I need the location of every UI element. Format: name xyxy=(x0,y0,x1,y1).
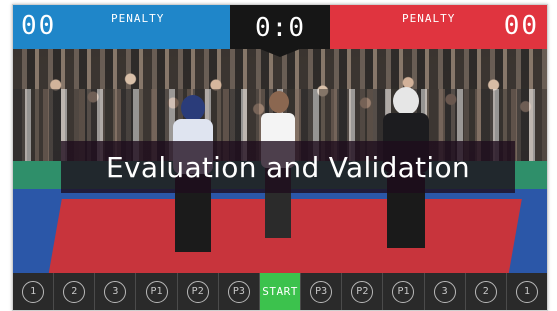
referee-head xyxy=(269,91,289,113)
control-cell: 3 xyxy=(425,273,466,310)
start-label: START xyxy=(262,285,298,298)
blue-point-3-button[interactable]: 3 xyxy=(104,280,127,303)
red-penalty-2-button[interactable]: P2 xyxy=(351,280,374,303)
control-cell: P2 xyxy=(178,273,219,310)
control-cell: 2 xyxy=(466,273,507,310)
blue-penalty-3-button[interactable]: P3 xyxy=(227,280,250,303)
control-cell: 2 xyxy=(54,273,96,310)
red-point-3-button[interactable]: 3 xyxy=(433,280,456,303)
start-button[interactable]: START xyxy=(259,273,302,310)
blue-point-2-button[interactable]: 2 xyxy=(63,280,86,303)
app-frame: 00 PENALTY 0:0 PENALTY 00 Evaluation and… xyxy=(12,4,548,311)
blue-penalty-2-button[interactable]: P2 xyxy=(186,280,209,303)
control-cell: 3 xyxy=(95,273,137,310)
red-penalty-3-button[interactable]: P3 xyxy=(310,280,333,303)
match-score: 0:0 xyxy=(255,13,305,43)
red-fighter-head xyxy=(393,87,419,115)
center-score-panel: 0:0 xyxy=(230,5,330,49)
control-cell: P1 xyxy=(383,273,425,310)
red-penalty-label[interactable]: PENALTY xyxy=(402,12,455,25)
red-point-2-button[interactable]: 2 xyxy=(474,280,497,303)
overlay-title: Evaluation and Validation xyxy=(106,150,470,184)
blue-penalty-1-button[interactable]: P1 xyxy=(145,280,168,303)
control-cell: P3 xyxy=(301,273,343,310)
title-overlay: Evaluation and Validation xyxy=(61,141,515,193)
blue-point-1-button[interactable]: 1 xyxy=(22,280,45,303)
blue-fighter-head xyxy=(181,95,205,121)
red-point-1-button[interactable]: 1 xyxy=(515,280,538,303)
control-cell: P1 xyxy=(136,273,178,310)
blue-score: 00 xyxy=(21,11,57,41)
control-cell: P2 xyxy=(342,273,384,310)
red-score: 00 xyxy=(503,11,539,41)
red-side-panel: PENALTY 00 xyxy=(330,5,547,49)
red-penalty-1-button[interactable]: P1 xyxy=(392,280,415,303)
control-cell: P3 xyxy=(219,273,260,310)
blue-side-panel: 00 PENALTY xyxy=(13,5,230,49)
control-cell: 1 xyxy=(13,273,55,310)
control-bar: 1 2 3 P1 P2 P3 START P3 P2 P1 3 2 1 xyxy=(13,273,547,310)
blue-penalty-label[interactable]: PENALTY xyxy=(111,12,164,25)
scoreboard-bar: 00 PENALTY 0:0 PENALTY 00 xyxy=(13,5,547,49)
control-cell: 1 xyxy=(507,273,547,310)
